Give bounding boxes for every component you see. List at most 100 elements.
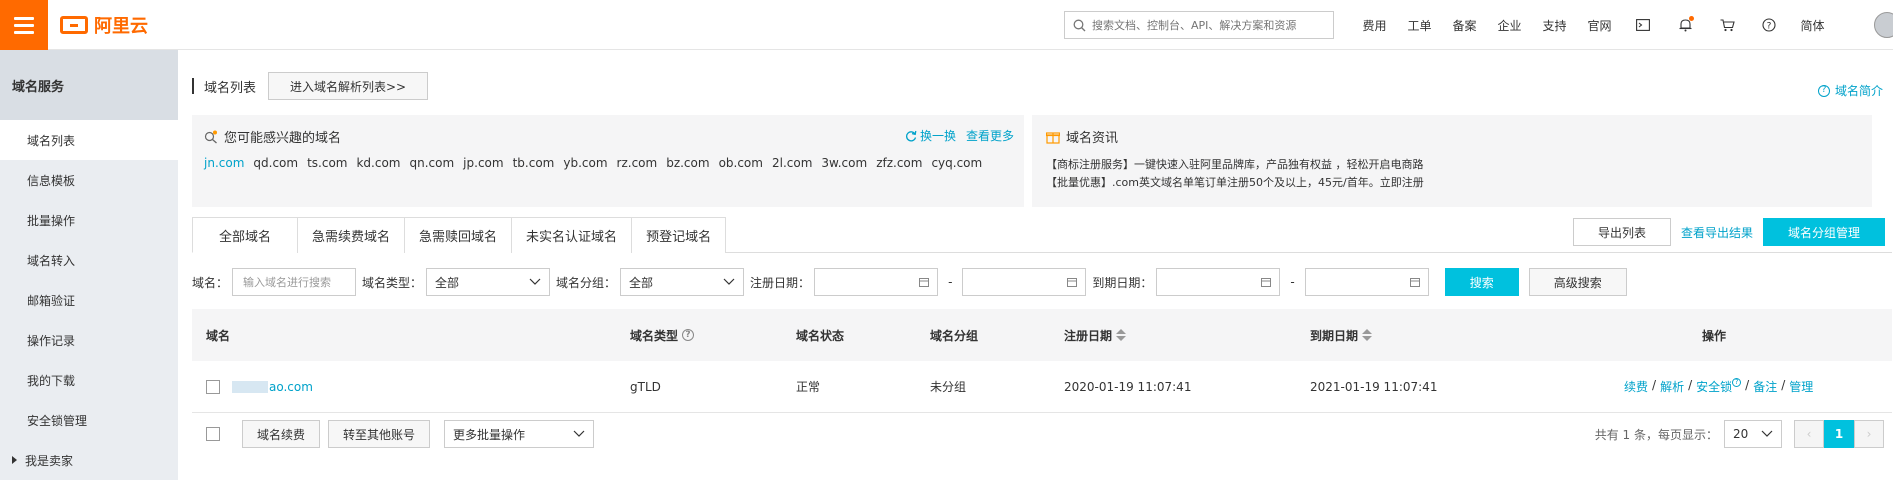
exp-date-start[interactable] (1156, 268, 1281, 296)
recommend-domains: jn.com qd.com ts.com kd.com qn.com jp.co… (204, 156, 1012, 170)
domain-link[interactable]: ao.com (232, 380, 313, 394)
terminal-icon[interactable] (1622, 19, 1664, 31)
search-button[interactable]: 搜索 (1444, 268, 1519, 296)
transfer-account-button[interactable]: 转至其他账号 (328, 420, 431, 448)
tab-renew-urgent[interactable]: 急需续费域名 (297, 217, 406, 253)
tab-preregistered[interactable]: 预登记域名 (631, 217, 727, 253)
resolve-link[interactable]: 解析 (1660, 378, 1684, 395)
help-icon[interactable]: ? (1748, 18, 1790, 32)
sidebar-item-op-log[interactable]: 操作记录 (0, 320, 178, 360)
exp-date-end[interactable] (1304, 268, 1429, 296)
cell-type: gTLD (630, 379, 661, 394)
domain-suggestion[interactable]: ob.com (719, 156, 763, 170)
sidebar-title[interactable]: 域名服务 (0, 50, 178, 120)
cell-exp-date: 2021-01-19 11:07:41 (1310, 379, 1438, 394)
domain-suggestion[interactable]: jn.com (204, 156, 244, 170)
group-manage-button[interactable]: 域名分组管理 (1763, 218, 1885, 246)
export-list-button[interactable]: 导出列表 (1572, 218, 1671, 246)
reg-date-end[interactable] (962, 268, 1087, 296)
domain-search-input[interactable]: 输入域名进行搜索 (232, 268, 357, 296)
domain-suggestion[interactable]: qn.com (410, 156, 455, 170)
domain-intro-label: 域名简介 (1834, 84, 1883, 98)
sidebar-item-batch-ops[interactable]: 批量操作 (0, 200, 178, 240)
manage-link[interactable]: 管理 (1789, 378, 1813, 395)
domain-suggestion[interactable]: cyq.com (931, 156, 982, 170)
renew-link[interactable]: 续费 (1624, 378, 1648, 395)
domain-intro-link[interactable]: ? 域名简介 (1817, 82, 1883, 99)
refresh-link[interactable]: 换一换 (905, 127, 956, 144)
page-size-select[interactable]: 20 (1724, 420, 1782, 448)
more-batch-select[interactable]: 更多批量操作 (444, 420, 595, 448)
prev-page-button[interactable]: ‹ (1794, 420, 1824, 448)
help-circle-icon[interactable]: ? (682, 329, 695, 341)
help-circle-icon: ? (1817, 84, 1830, 97)
nav-language[interactable]: 简体 (1790, 17, 1835, 34)
bell-icon[interactable] (1664, 16, 1706, 32)
nav-fees[interactable]: 费用 (1352, 17, 1397, 34)
batch-renew-button[interactable]: 域名续费 (242, 420, 321, 448)
search-input[interactable] (1092, 18, 1322, 32)
security-lock-link[interactable]: 安全锁? (1696, 378, 1742, 395)
nav-icp[interactable]: 备案 (1442, 17, 1487, 34)
cart-icon[interactable] (1706, 18, 1748, 32)
domain-group-select[interactable]: 全部 (620, 268, 745, 296)
domain-suggestion[interactable]: 2l.com (772, 156, 812, 170)
news-item[interactable]: 【批量优惠】.com英文域名单笔订单注册50个及以上，45元/首年。立即注册 (1046, 174, 1858, 192)
search-icon (1073, 19, 1086, 31)
advanced-search-button[interactable]: 高级搜索 (1528, 268, 1627, 296)
calendar-icon (919, 278, 930, 287)
news-title-text: 域名资讯 (1066, 131, 1119, 146)
domain-suggestion[interactable]: zfz.com (876, 156, 922, 170)
domain-suggestion[interactable]: qd.com (253, 156, 298, 170)
menu-icon[interactable] (0, 0, 48, 50)
note-link[interactable]: 备注 (1753, 378, 1777, 395)
col-reg-date[interactable]: 注册日期 (1064, 327, 1127, 344)
nav-enterprise[interactable]: 企业 (1487, 17, 1532, 34)
caret-right-icon (12, 456, 17, 464)
sidebar-item-security-lock[interactable]: 安全锁管理 (0, 400, 178, 440)
row-checkbox[interactable] (206, 379, 220, 394)
logo-icon (60, 16, 88, 34)
nav-tickets[interactable]: 工单 (1397, 17, 1442, 34)
tab-unverified[interactable]: 未实名认证域名 (511, 217, 633, 253)
domain-suggestion[interactable]: ts.com (307, 156, 347, 170)
view-more-link[interactable]: 查看更多 (966, 127, 1014, 144)
sidebar-item-downloads[interactable]: 我的下载 (0, 360, 178, 400)
domain-suggestion[interactable]: jp.com (463, 156, 503, 170)
tab-redeem-urgent[interactable]: 急需赎回域名 (404, 217, 513, 253)
sidebar-item-seller[interactable]: 我是卖家 (0, 440, 178, 480)
domain-suggestion[interactable]: tb.com (513, 156, 555, 170)
nav-support[interactable]: 支持 (1532, 17, 1577, 34)
col-exp-date[interactable]: 到期日期 (1310, 327, 1373, 344)
global-search[interactable] (1064, 11, 1334, 39)
sidebar-item-email-verify[interactable]: 邮箱验证 (0, 280, 178, 320)
domain-suggestion[interactable]: rz.com (617, 156, 658, 170)
logo[interactable]: 阿里云 (60, 12, 148, 38)
sidebar-item-info-template[interactable]: 信息模板 (0, 160, 178, 200)
sidebar-item-transfer-in[interactable]: 域名转入 (0, 240, 178, 280)
sidebar-list: 域名列表 信息模板 批量操作 域名转入 邮箱验证 操作记录 我的下载 安全锁管理… (0, 120, 178, 480)
domain-type-select[interactable]: 全部 (426, 268, 551, 296)
table-header: 域名 域名类型 ? 域名状态 域名分组 注册日期 到期日期 操作 (192, 309, 1892, 361)
tab-all-domains[interactable]: 全部域名 (192, 217, 299, 253)
sort-icon[interactable] (1362, 329, 1373, 341)
domain-suggestion[interactable]: kd.com (356, 156, 400, 170)
domain-suggestion[interactable]: yb.com (563, 156, 607, 170)
col-type: 域名类型 ? (630, 327, 695, 344)
domain-suggestion[interactable]: 3w.com (821, 156, 867, 170)
page-button-current[interactable]: 1 (1824, 420, 1854, 448)
domain-suggestion[interactable]: bz.com (666, 156, 709, 170)
next-page-button[interactable]: › (1854, 420, 1884, 448)
enter-dns-list-button[interactable]: 进入域名解析列表>> (268, 72, 429, 100)
sort-icon[interactable] (1116, 329, 1127, 341)
avatar[interactable] (1874, 12, 1893, 38)
chevron-down-icon (529, 278, 541, 285)
view-export-link[interactable]: 查看导出结果 (1681, 224, 1753, 241)
sidebar-item-domain-list[interactable]: 域名列表 (0, 120, 178, 160)
reg-date-start[interactable] (814, 268, 939, 296)
nav-website[interactable]: 官网 (1577, 17, 1622, 34)
top-bar: 阿里云 费用 工单 备案 企业 支持 官网 ? 简体 (0, 0, 1893, 50)
sidebar: 域名服务 域名列表 信息模板 批量操作 域名转入 邮箱验证 操作记录 我的下载 … (0, 50, 178, 480)
news-item[interactable]: 【商标注册服务】一键快速入驻阿里品牌库，产品独有权益 ，轻松开启电商路 (1046, 156, 1858, 174)
select-all-checkbox[interactable] (206, 427, 220, 441)
